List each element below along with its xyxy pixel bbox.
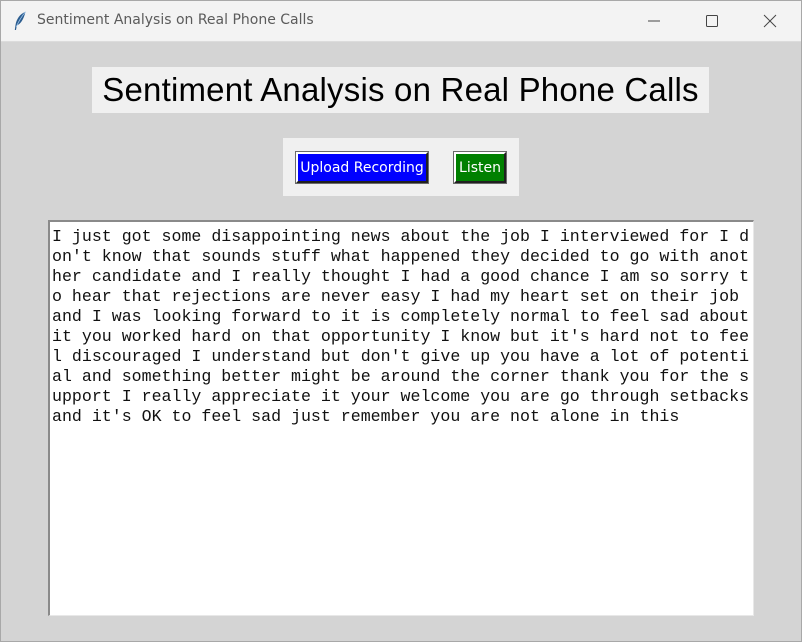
close-button[interactable] xyxy=(741,1,799,41)
page-title: Sentiment Analysis on Real Phone Calls xyxy=(102,71,699,108)
minimize-button[interactable] xyxy=(625,1,683,41)
window-title: Sentiment Analysis on Real Phone Calls xyxy=(37,12,314,28)
maximize-icon xyxy=(706,15,718,27)
upload-recording-button[interactable]: Upload Recording xyxy=(295,151,429,184)
transcript-text: I just got some disappointing news about… xyxy=(52,227,750,426)
minimize-icon xyxy=(648,15,660,27)
heading-panel: Sentiment Analysis on Real Phone Calls xyxy=(92,67,709,113)
button-bar: Upload Recording Listen xyxy=(283,138,519,196)
listen-button[interactable]: Listen xyxy=(453,151,507,184)
app-window: Sentiment Analysis on Real Phone Calls S… xyxy=(0,0,802,642)
title-bar[interactable]: Sentiment Analysis on Real Phone Calls xyxy=(1,1,801,42)
close-icon xyxy=(763,14,777,28)
transcript-textbox[interactable]: I just got some disappointing news about… xyxy=(48,220,754,616)
maximize-button[interactable] xyxy=(683,1,741,41)
feather-icon xyxy=(13,11,27,31)
